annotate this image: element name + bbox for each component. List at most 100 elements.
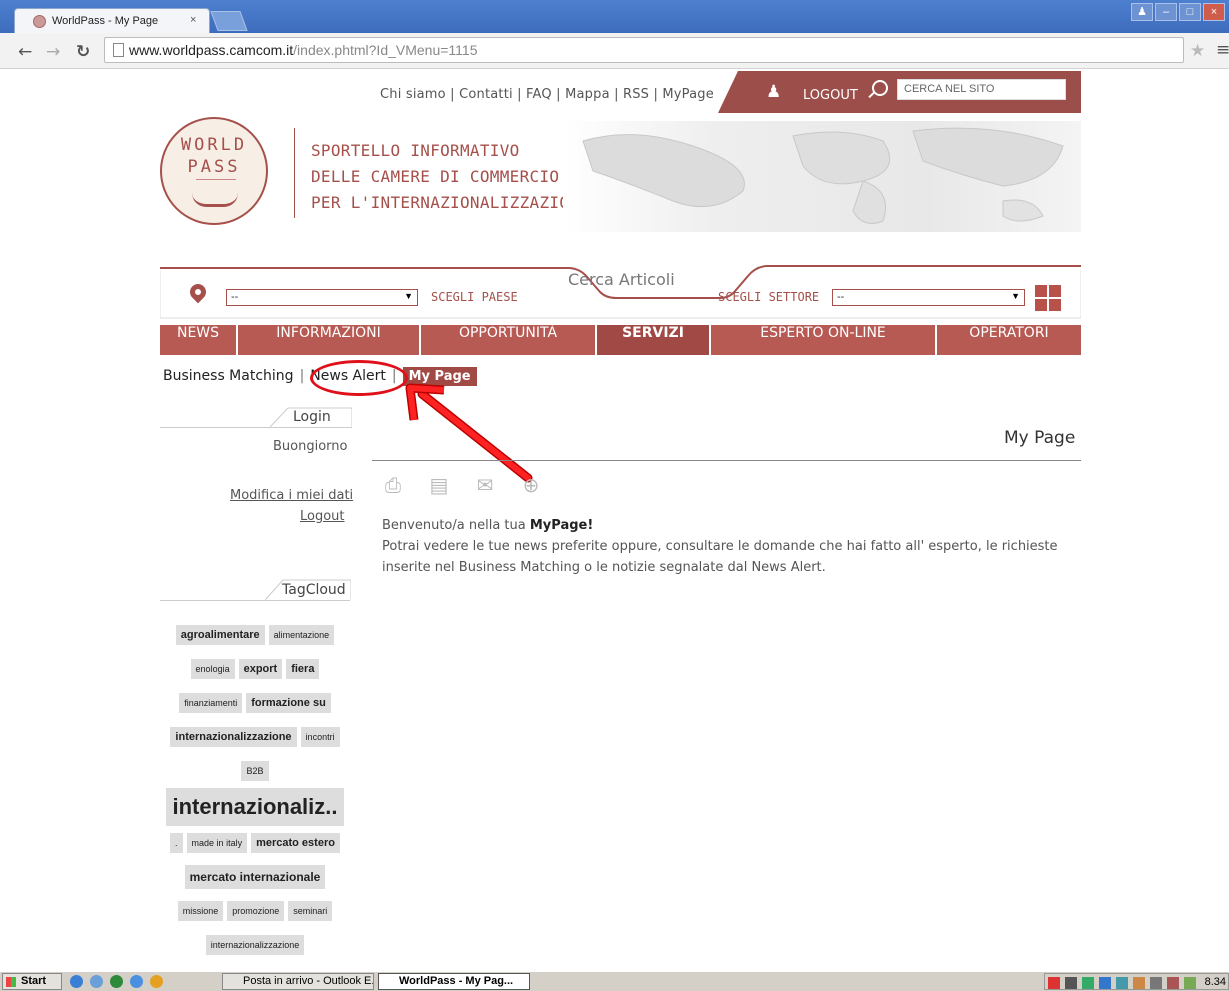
new-tab-button[interactable] (210, 11, 248, 31)
nav-news[interactable]: NEWS (160, 325, 238, 355)
welcome-message: Benvenuto/a nella tua MyPage! Potrai ved… (382, 515, 1082, 578)
url-text: www.worldpass.camcom.it/index.phtml?Id_V… (129, 42, 478, 58)
subnav-separator: | (299, 368, 305, 384)
site-search-input[interactable]: CERCA NEL SITO (897, 79, 1066, 100)
tag-item[interactable]: formazione su (246, 692, 331, 713)
tag-item[interactable]: finanziamenti (179, 692, 243, 713)
print-icon[interactable]: ⎙ (380, 473, 406, 497)
nav-operatori[interactable]: OPERATORI (937, 325, 1081, 355)
tag-item[interactable]: . (170, 832, 183, 853)
choose-sector-label[interactable]: SCEGLI SETTORE (718, 290, 819, 304)
welcome-body: Potrai vedere le tue news preferite oppu… (382, 539, 1058, 575)
tag-item[interactable]: seminari (288, 900, 333, 921)
windows-taskbar: Start Posta in arrivo - Outlook E... Wor… (0, 971, 1229, 991)
tag-item[interactable]: missione (177, 900, 224, 921)
sector-select[interactable]: -- ▼ (832, 289, 1025, 306)
edit-profile-link[interactable]: Modifica i miei dati (230, 488, 353, 503)
chevron-down-icon: ▼ (1011, 291, 1020, 301)
logo-line-1: WORLD (180, 135, 248, 155)
address-bar[interactable]: www.worldpass.camcom.it/index.phtml?Id_V… (104, 37, 1184, 63)
system-tray: 8.34 (1044, 973, 1229, 990)
tray-icon[interactable] (1082, 977, 1094, 989)
volume-icon[interactable] (1065, 977, 1077, 989)
chrome-menu-icon[interactable]: ≡ (1216, 40, 1229, 60)
sidebar-logout-link[interactable]: Logout (300, 509, 345, 524)
main-navigation: NEWS INFORMAZIONI OPPORTUNITÀ SERVIZI ES… (160, 325, 1081, 355)
users-icon: ♟ (766, 82, 782, 102)
welcome-mypage: MyPage! (529, 518, 594, 533)
reload-icon[interactable]: ↻ (76, 42, 90, 62)
grid-view-icon[interactable] (1035, 285, 1061, 311)
tag-item[interactable]: mercato internazionale (184, 864, 326, 889)
browser-tab[interactable]: WorldPass - My Page × (14, 8, 210, 34)
logo-detail (196, 179, 236, 187)
tab-close-icon[interactable]: × (190, 14, 196, 26)
nav-servizi[interactable]: SERVIZI (597, 325, 711, 355)
search-icon[interactable] (872, 80, 888, 96)
top-links[interactable]: Chi siamo | Contatti | FAQ | Mappa | RSS… (380, 87, 714, 102)
tray-icon[interactable] (1099, 977, 1111, 989)
media-icon[interactable] (110, 975, 123, 988)
close-window-button[interactable]: × (1203, 3, 1225, 21)
tag-item[interactable]: incontri (300, 726, 340, 747)
tray-icon[interactable] (1048, 977, 1060, 989)
tray-icon[interactable] (1167, 977, 1179, 989)
country-select[interactable]: -- ▼ (226, 289, 418, 306)
taskbar-worldpass-task[interactable]: WorldPass - My Pag... (378, 973, 530, 990)
nav-opportunita[interactable]: OPPORTUNITÀ (421, 325, 597, 355)
worldpass-logo[interactable]: WORLD PASS (160, 117, 268, 225)
email-icon[interactable]: ✉ (472, 473, 498, 497)
tag-item[interactable]: internazionaliz.. (166, 788, 344, 826)
ie-icon[interactable] (70, 975, 83, 988)
export-icon[interactable]: ▤ (426, 473, 452, 497)
page-title: My Page (1004, 428, 1076, 448)
tag-item[interactable]: mercato estero (251, 832, 340, 853)
choose-country-label[interactable]: SCEGLI PAESE (431, 290, 518, 304)
network-icon[interactable] (1116, 977, 1128, 989)
browser-icon[interactable] (130, 975, 143, 988)
tag-item[interactable]: internazionalizzazione (205, 934, 305, 955)
forward-arrow-icon[interactable]: → (46, 42, 60, 62)
logout-link[interactable]: LOGOUT (803, 88, 858, 103)
subnav-business-matching[interactable]: Business Matching (163, 368, 294, 384)
tag-item[interactable]: enologia (190, 658, 235, 679)
tagcloud-tab[interactable]: TagCloud (282, 582, 346, 598)
maximize-button[interactable]: □ (1179, 3, 1201, 21)
greeting-text: Buongiorno (273, 439, 348, 454)
browser-tab-strip: WorldPass - My Page × ♟ – □ × (0, 0, 1229, 34)
nav-informazioni[interactable]: INFORMAZIONI (238, 325, 421, 355)
share-icon[interactable]: ⊕ (518, 473, 544, 497)
chrome-icon[interactable] (150, 975, 163, 988)
tagline-line-2: DELLE CAMERE DI COMMERCIO (311, 167, 560, 186)
taskbar-outlook-task[interactable]: Posta in arrivo - Outlook E... (222, 973, 374, 990)
tag-cloud: agroalimentare alimentazione enologia expo… (160, 618, 350, 962)
header-divider (294, 128, 295, 218)
tag-item[interactable]: alimentazione (268, 624, 335, 645)
tag-item[interactable]: internazionalizzazione (170, 726, 297, 747)
tray-icon[interactable] (1150, 977, 1162, 989)
login-tab[interactable]: Login (293, 409, 331, 425)
browser-toolbar: ← → ↻ www.worldpass.camcom.it/index.phtm… (0, 33, 1229, 69)
tag-item[interactable]: B2B (241, 760, 269, 781)
user-icon[interactable]: ♟ (1131, 3, 1153, 21)
world-map-graphic (582, 127, 1064, 224)
nav-esperto-online[interactable]: ESPERTO ON-LINE (711, 325, 937, 355)
country-select-value: -- (231, 291, 239, 303)
tag-item[interactable]: promozione (227, 900, 285, 921)
tray-icon[interactable] (1133, 977, 1145, 989)
window-controls: ♟ – □ × (1131, 3, 1225, 21)
welcome-prefix: Benvenuto/a nella tua (382, 518, 530, 533)
back-arrow-icon[interactable]: ← (18, 42, 32, 62)
clock: 8.34 (1204, 976, 1226, 988)
tag-item[interactable]: made in italy (186, 832, 248, 853)
outlook-icon[interactable] (90, 975, 103, 988)
tray-icon[interactable] (1184, 977, 1196, 989)
start-button[interactable]: Start (2, 973, 62, 990)
highlight-circle-annotation (310, 360, 408, 396)
tag-item[interactable]: export (238, 658, 283, 679)
minimize-button[interactable]: – (1155, 3, 1177, 21)
bookmark-star-icon[interactable]: ★ (1190, 41, 1205, 61)
tag-item[interactable]: fiera (286, 658, 320, 679)
tag-item[interactable]: agroalimentare (175, 624, 265, 645)
title-divider (372, 460, 1081, 461)
